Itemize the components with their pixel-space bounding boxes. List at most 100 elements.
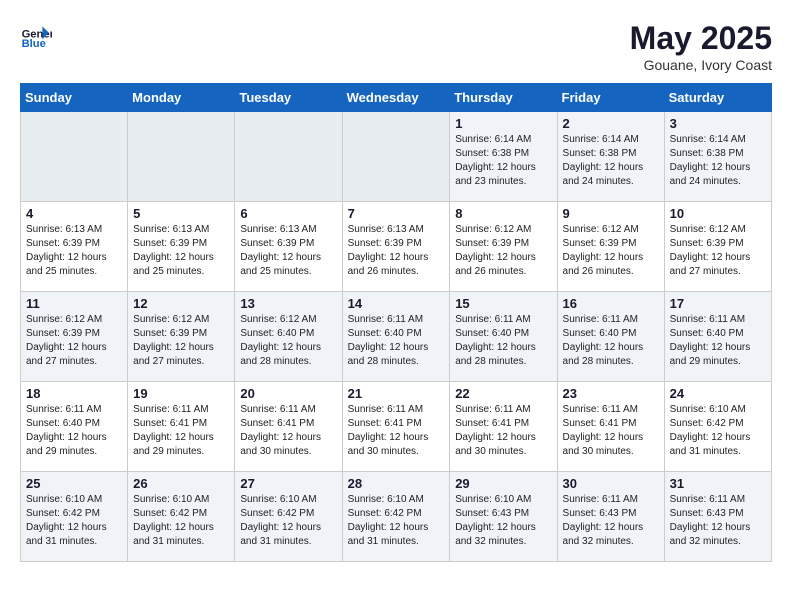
calendar-cell-24: 24 Sunrise: 6:10 AM Sunset: 6:42 PM Dayli… xyxy=(664,382,771,472)
day-number: 7 xyxy=(348,206,445,221)
calendar-cell-2: 2 Sunrise: 6:14 AM Sunset: 6:38 PM Daylig… xyxy=(557,112,664,202)
day-info: Sunrise: 6:11 AM Sunset: 6:40 PM Dayligh… xyxy=(348,313,445,369)
day-info: Sunrise: 6:14 AM Sunset: 6:38 PM Dayligh… xyxy=(455,133,551,189)
day-info: Sunrise: 6:10 AM Sunset: 6:42 PM Dayligh… xyxy=(26,493,122,549)
calendar-cell-empty xyxy=(342,112,450,202)
day-info: Sunrise: 6:10 AM Sunset: 6:42 PM Dayligh… xyxy=(133,493,229,549)
day-number: 16 xyxy=(563,296,659,311)
calendar-cell-empty xyxy=(128,112,235,202)
title-block: May 2025 Gouane, Ivory Coast xyxy=(630,20,772,73)
month-year-title: May 2025 xyxy=(630,20,772,57)
calendar-cell-25: 25Sunrise: 6:10 AM Sunset: 6:42 PM Dayli… xyxy=(21,472,128,562)
calendar-cell-13: 13Sunrise: 6:12 AM Sunset: 6:40 PM Dayli… xyxy=(235,292,342,382)
day-number: 8 xyxy=(455,206,551,221)
calendar-cell-29: 29Sunrise: 6:10 AM Sunset: 6:43 PM Dayli… xyxy=(450,472,557,562)
calendar-cell-23: 23 Sunrise: 6:11 AM Sunset: 6:41 PM Dayli… xyxy=(557,382,664,472)
weekday-header-monday: Monday xyxy=(128,84,235,112)
day-info: Sunrise: 6:11 AM Sunset: 6:41 PM Dayligh… xyxy=(455,403,551,459)
calendar-cell-19: 19Sunrise: 6:11 AM Sunset: 6:41 PM Dayli… xyxy=(128,382,235,472)
day-info: Sunrise: 6:10 AM Sunset: 6:42 PM Dayligh… xyxy=(348,493,445,549)
calendar-cell-10: 10Sunrise: 6:12 AM Sunset: 6:39 PM Dayli… xyxy=(664,202,771,292)
calendar-cell-11: 11Sunrise: 6:12 AM Sunset: 6:39 PM Dayli… xyxy=(21,292,128,382)
calendar-cell-4: 4 Sunrise: 6:13 AM Sunset: 6:39 PM Daylig… xyxy=(21,202,128,292)
calendar-week-5: 25Sunrise: 6:10 AM Sunset: 6:42 PM Dayli… xyxy=(21,472,772,562)
day-number: 2 xyxy=(563,116,659,131)
day-number: 23 xyxy=(563,386,659,401)
calendar-cell-31: 31 Sunrise: 6:11 AM Sunset: 6:43 PM Dayli… xyxy=(664,472,771,562)
calendar-cell-22: 22Sunrise: 6:11 AM Sunset: 6:41 PM Dayli… xyxy=(450,382,557,472)
weekday-header-wednesday: Wednesday xyxy=(342,84,450,112)
calendar-cell-16: 16 Sunrise: 6:11 AM Sunset: 6:40 PM Dayli… xyxy=(557,292,664,382)
logo-icon: General Blue xyxy=(20,20,52,52)
day-info: Sunrise: 6:14 AM Sunset: 6:38 PM Dayligh… xyxy=(563,133,659,189)
weekday-header-sunday: Sunday xyxy=(21,84,128,112)
day-number: 5 xyxy=(133,206,229,221)
day-info: Sunrise: 6:11 AM Sunset: 6:40 PM Dayligh… xyxy=(26,403,122,459)
calendar-week-2: 4 Sunrise: 6:13 AM Sunset: 6:39 PM Daylig… xyxy=(21,202,772,292)
calendar-cell-30: 30 Sunrise: 6:11 AM Sunset: 6:43 PM Dayli… xyxy=(557,472,664,562)
calendar-cell-6: 6 Sunrise: 6:13 AM Sunset: 6:39 PM Daylig… xyxy=(235,202,342,292)
day-info: Sunrise: 6:11 AM Sunset: 6:41 PM Dayligh… xyxy=(563,403,659,459)
weekday-header-tuesday: Tuesday xyxy=(235,84,342,112)
weekday-header-friday: Friday xyxy=(557,84,664,112)
calendar-cell-7: 7 Sunrise: 6:13 AM Sunset: 6:39 PM Daylig… xyxy=(342,202,450,292)
day-number: 31 xyxy=(670,476,766,491)
day-info: Sunrise: 6:13 AM Sunset: 6:39 PM Dayligh… xyxy=(348,223,445,279)
day-number: 28 xyxy=(348,476,445,491)
calendar-cell-20: 20Sunrise: 6:11 AM Sunset: 6:41 PM Dayli… xyxy=(235,382,342,472)
day-number: 15 xyxy=(455,296,551,311)
day-number: 13 xyxy=(240,296,336,311)
calendar-cell-21: 21 Sunrise: 6:11 AM Sunset: 6:41 PM Dayli… xyxy=(342,382,450,472)
day-info: Sunrise: 6:14 AM Sunset: 6:38 PM Dayligh… xyxy=(670,133,766,189)
day-info: Sunrise: 6:13 AM Sunset: 6:39 PM Dayligh… xyxy=(240,223,336,279)
location-subtitle: Gouane, Ivory Coast xyxy=(630,57,772,73)
day-number: 24 xyxy=(670,386,766,401)
day-info: Sunrise: 6:11 AM Sunset: 6:41 PM Dayligh… xyxy=(133,403,229,459)
day-number: 6 xyxy=(240,206,336,221)
day-info: Sunrise: 6:11 AM Sunset: 6:43 PM Dayligh… xyxy=(563,493,659,549)
day-info: Sunrise: 6:11 AM Sunset: 6:40 PM Dayligh… xyxy=(455,313,551,369)
calendar-cell-1: 1 Sunrise: 6:14 AM Sunset: 6:38 PM Daylig… xyxy=(450,112,557,202)
calendar-week-1: 1 Sunrise: 6:14 AM Sunset: 6:38 PM Daylig… xyxy=(21,112,772,202)
day-number: 12 xyxy=(133,296,229,311)
day-info: Sunrise: 6:12 AM Sunset: 6:39 PM Dayligh… xyxy=(133,313,229,369)
calendar-cell-8: 8Sunrise: 6:12 AM Sunset: 6:39 PM Daylig… xyxy=(450,202,557,292)
day-info: Sunrise: 6:12 AM Sunset: 6:39 PM Dayligh… xyxy=(563,223,659,279)
calendar-cell-14: 14 Sunrise: 6:11 AM Sunset: 6:40 PM Dayli… xyxy=(342,292,450,382)
day-number: 14 xyxy=(348,296,445,311)
day-number: 30 xyxy=(563,476,659,491)
day-number: 27 xyxy=(240,476,336,491)
calendar-cell-27: 27 Sunrise: 6:10 AM Sunset: 6:42 PM Dayli… xyxy=(235,472,342,562)
day-info: Sunrise: 6:11 AM Sunset: 6:41 PM Dayligh… xyxy=(240,403,336,459)
day-info: Sunrise: 6:12 AM Sunset: 6:39 PM Dayligh… xyxy=(26,313,122,369)
day-info: Sunrise: 6:13 AM Sunset: 6:39 PM Dayligh… xyxy=(26,223,122,279)
weekday-header-thursday: Thursday xyxy=(450,84,557,112)
calendar-cell-5: 5 Sunrise: 6:13 AM Sunset: 6:39 PM Daylig… xyxy=(128,202,235,292)
weekday-header-saturday: Saturday xyxy=(664,84,771,112)
calendar-week-4: 18Sunrise: 6:11 AM Sunset: 6:40 PM Dayli… xyxy=(21,382,772,472)
logo: General Blue xyxy=(20,20,52,52)
calendar-cell-17: 17Sunrise: 6:11 AM Sunset: 6:40 PM Dayli… xyxy=(664,292,771,382)
calendar-cell-18: 18Sunrise: 6:11 AM Sunset: 6:40 PM Dayli… xyxy=(21,382,128,472)
day-number: 26 xyxy=(133,476,229,491)
day-number: 21 xyxy=(348,386,445,401)
day-number: 3 xyxy=(670,116,766,131)
day-info: Sunrise: 6:11 AM Sunset: 6:41 PM Dayligh… xyxy=(348,403,445,459)
calendar-table: SundayMondayTuesdayWednesdayThursdayFrid… xyxy=(20,83,772,562)
day-info: Sunrise: 6:10 AM Sunset: 6:42 PM Dayligh… xyxy=(240,493,336,549)
day-info: Sunrise: 6:11 AM Sunset: 6:40 PM Dayligh… xyxy=(563,313,659,369)
calendar-cell-empty xyxy=(235,112,342,202)
calendar-week-3: 11Sunrise: 6:12 AM Sunset: 6:39 PM Dayli… xyxy=(21,292,772,382)
calendar-cell-empty xyxy=(21,112,128,202)
day-info: Sunrise: 6:13 AM Sunset: 6:39 PM Dayligh… xyxy=(133,223,229,279)
svg-text:Blue: Blue xyxy=(22,38,46,50)
day-number: 10 xyxy=(670,206,766,221)
day-info: Sunrise: 6:11 AM Sunset: 6:43 PM Dayligh… xyxy=(670,493,766,549)
day-number: 29 xyxy=(455,476,551,491)
day-number: 1 xyxy=(455,116,551,131)
calendar-cell-15: 15 Sunrise: 6:11 AM Sunset: 6:40 PM Dayli… xyxy=(450,292,557,382)
day-info: Sunrise: 6:10 AM Sunset: 6:42 PM Dayligh… xyxy=(670,403,766,459)
calendar-cell-28: 28 Sunrise: 6:10 AM Sunset: 6:42 PM Dayli… xyxy=(342,472,450,562)
calendar-cell-3: 3 Sunrise: 6:14 AM Sunset: 6:38 PM Daylig… xyxy=(664,112,771,202)
day-number: 4 xyxy=(26,206,122,221)
